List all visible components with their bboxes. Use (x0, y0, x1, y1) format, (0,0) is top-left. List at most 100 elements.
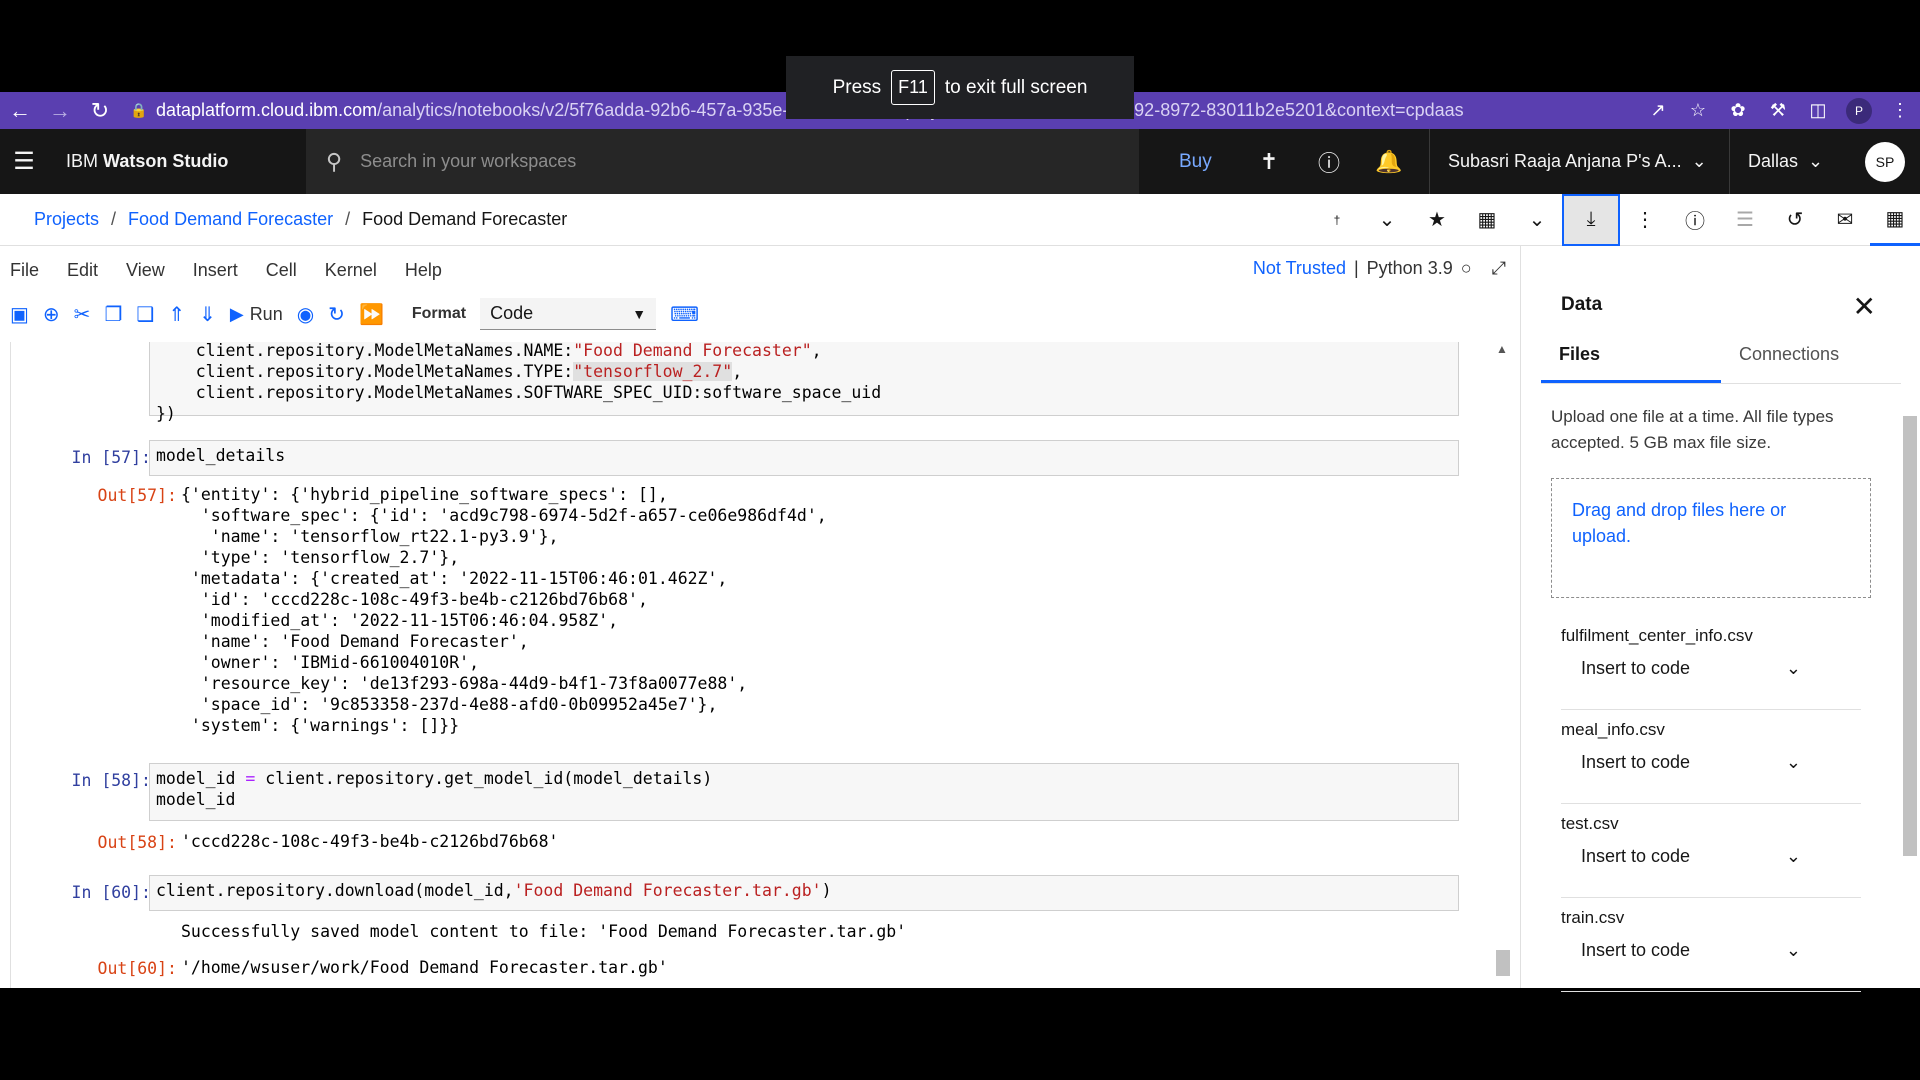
breadcrumb-projects[interactable]: Projects (34, 209, 99, 230)
scroll-thumb[interactable] (1903, 416, 1917, 856)
region-switcher[interactable]: Dallas ⌄ (1729, 129, 1849, 194)
breadcrumb-project[interactable]: Food Demand Forecaster (128, 209, 333, 230)
file-dropzone[interactable]: Drag and drop files here or upload. (1551, 478, 1871, 598)
star-icon[interactable]: ☆ (1678, 100, 1718, 121)
app-brand[interactable]: IBM Watson Studio (66, 151, 306, 172)
region-name: Dallas (1748, 151, 1799, 171)
breadcrumb-separator: / (345, 209, 351, 229)
stop-icon[interactable]: ◉ (297, 302, 314, 327)
chevron-down-icon[interactable]: ⌄ (1512, 194, 1562, 246)
insert-label: Insert to code (1581, 846, 1691, 866)
cell-input[interactable]: client.repository.download(model_id,'Foo… (149, 875, 1459, 911)
file-name: fulfilment_center_info.csv (1561, 626, 1753, 645)
extension-color-icon[interactable]: ✿ (1718, 100, 1758, 121)
sidepanel-icon[interactable]: ◫ (1798, 100, 1838, 121)
insert-to-code-dropdown[interactable]: Insert to code ⌄ (1561, 940, 1861, 961)
insert-to-code-dropdown[interactable]: Insert to code ⌄ (1561, 658, 1861, 679)
breadcrumb: Projects / Food Demand Forecaster / Food… (34, 209, 1312, 230)
file-name: test.csv (1561, 814, 1619, 833)
breadcrumb-separator: / (111, 209, 117, 229)
code-text: model_id (156, 790, 236, 809)
share-icon[interactable]: ★ (1412, 194, 1462, 246)
insert-label: Insert to code (1581, 752, 1691, 772)
share-icon[interactable]: ↗ (1638, 100, 1678, 121)
kernel-name[interactable]: Python 3.9 (1367, 258, 1453, 279)
paste-icon[interactable]: ❑ (136, 302, 154, 327)
insert-to-code-dropdown[interactable]: Insert to code ⌄ (1561, 752, 1861, 773)
cut-icon[interactable]: ✂ (74, 302, 91, 327)
panel-tabs: Files Connections (1541, 344, 1901, 384)
puzzle-icon[interactable]: ⚒ (1758, 100, 1798, 121)
scroll-up-icon[interactable]: ▲ (1494, 342, 1510, 356)
chevron-down-icon: ⌄ (1785, 940, 1801, 960)
schedule-icon[interactable]: ▦ (1462, 194, 1512, 246)
hamburger-icon[interactable]: ☰ (0, 147, 48, 176)
screen: { "toast": {"press": "Press", "key": "F1… (0, 0, 1920, 1080)
kebab-menu-icon[interactable]: ⋮ (1880, 100, 1920, 121)
reload-icon[interactable]: ↻ (80, 92, 120, 129)
scroll-thumb[interactable] (1496, 950, 1510, 976)
cell-input[interactable]: client.repository.ModelMetaNames.NAME:"F… (149, 342, 1459, 423)
chevron-down-icon[interactable]: ⌄ (1362, 194, 1412, 246)
code-text: model_id (156, 769, 246, 788)
download-icon[interactable]: ⤓ (1562, 193, 1620, 246)
save-icon[interactable]: ▣ (10, 302, 29, 327)
search-box[interactable]: ⚲ Search in your workspaces (306, 129, 1139, 194)
cell-input[interactable]: model_details (149, 440, 1459, 476)
data-panel-icon[interactable]: ▦ (1870, 194, 1920, 246)
menu-insert[interactable]: Insert (193, 260, 238, 281)
pin-icon[interactable]: † (1312, 194, 1362, 246)
menu-view[interactable]: View (126, 260, 165, 281)
notification-icon[interactable]: 🔔 (1359, 149, 1419, 175)
restart-icon[interactable]: ↻ (328, 302, 345, 327)
help-icon[interactable]: ⓘ (1299, 146, 1359, 178)
search-icon: ⚲ (326, 148, 343, 174)
menu-kernel[interactable]: Kernel (325, 260, 377, 281)
code-text: client.repository.download(model_id, (156, 881, 514, 900)
breadcrumb-bar: Projects / Food Demand Forecaster / Food… (0, 193, 1920, 246)
input-prompt: In [57]: (71, 448, 151, 467)
move-up-icon[interactable]: ⇑ (168, 302, 185, 327)
buy-link[interactable]: Buy (1179, 151, 1239, 173)
comment-icon[interactable]: ✉ (1820, 194, 1870, 246)
panel-scrollbar[interactable] (1900, 398, 1918, 988)
tree-icon[interactable]: ☰ (1720, 194, 1770, 246)
notebook-scrollbar[interactable]: ▲ (1494, 342, 1510, 988)
insert-to-code-dropdown[interactable]: Insert to code ⌄ (1561, 846, 1861, 867)
profile-avatar[interactable]: P (1846, 97, 1872, 124)
forward-icon[interactable]: → (40, 92, 80, 129)
account-switcher[interactable]: Subasri Raaja Anjana P's A... ⌄ (1429, 129, 1729, 194)
back-icon[interactable]: ← (0, 92, 40, 129)
history-icon[interactable]: ↺ (1770, 194, 1820, 246)
cell-format-value: Code (490, 303, 534, 323)
menu-edit[interactable]: Edit (67, 260, 98, 281)
code-string: 'Food Demand Forecaster.tar.gb' (513, 881, 822, 900)
run-all-icon[interactable]: ⏩ (359, 302, 384, 327)
expand-icon[interactable]: ⤢ (1492, 258, 1506, 279)
info-icon[interactable]: ⓘ (1670, 194, 1720, 246)
keyboard-icon[interactable]: ⌨ (670, 302, 699, 327)
play-icon: ▶ (229, 303, 244, 324)
menu-help[interactable]: Help (405, 260, 442, 281)
chevron-down-icon: ⌄ (1785, 752, 1801, 772)
search-input[interactable]: Search in your workspaces (360, 151, 576, 172)
breadcrumb-current: Food Demand Forecaster (362, 209, 568, 229)
menu-file[interactable]: File (10, 260, 39, 281)
tab-files[interactable]: Files (1541, 344, 1721, 383)
signpost-icon[interactable]: ✝ (1239, 149, 1299, 175)
copy-icon[interactable]: ❐ (104, 302, 122, 327)
move-down-icon[interactable]: ⇓ (199, 302, 216, 327)
run-button[interactable]: ▶ Run (230, 304, 283, 325)
tab-connections[interactable]: Connections (1721, 344, 1901, 383)
insert-label: Insert to code (1581, 658, 1691, 678)
cell-format-select[interactable]: Code ▼ (480, 298, 657, 330)
close-icon[interactable]: ✕ (1853, 290, 1876, 323)
trust-status[interactable]: Not Trusted (1253, 258, 1346, 279)
add-cell-icon[interactable]: ⊕ (43, 302, 60, 327)
menu-cell[interactable]: Cell (266, 260, 297, 281)
overflow-menu-icon[interactable]: ⋮ (1620, 194, 1670, 246)
cell-stdout: Successfully saved model content to file… (181, 922, 907, 941)
toast-key: F11 (891, 70, 935, 105)
cell-input[interactable]: model_id = client.repository.get_model_i… (149, 763, 1459, 821)
user-avatar[interactable]: SP (1865, 141, 1905, 182)
